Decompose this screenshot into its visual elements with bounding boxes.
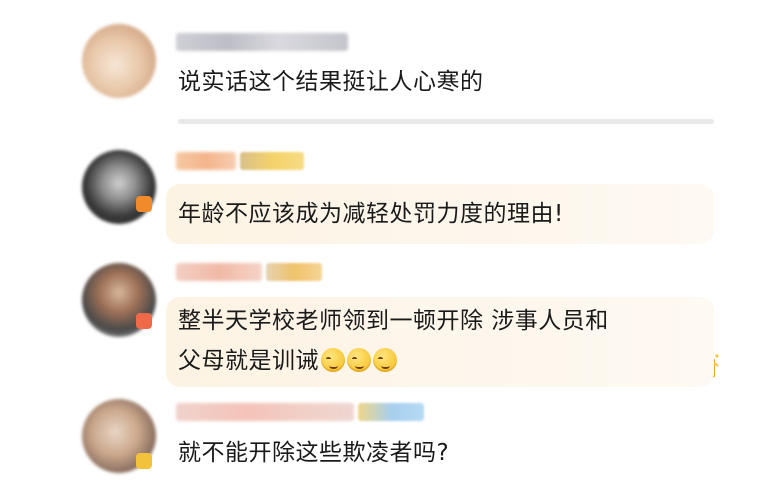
comment-text: 说实话这个结果挺让人心寒的 <box>178 69 484 95</box>
vip-badge-icon <box>136 453 152 469</box>
comment-text: 就不能开除这些欺凌者吗? <box>178 440 450 466</box>
vip-badge-icon <box>136 196 152 212</box>
divider <box>178 119 714 124</box>
smirk-emoji-icon <box>321 348 345 372</box>
comment-text: 父母就是训诫 <box>178 348 319 374</box>
level-badge <box>358 403 424 421</box>
username-redacted[interactable] <box>176 403 354 421</box>
vip-badge-icon <box>136 313 152 329</box>
smirk-emoji-icon <box>373 348 397 372</box>
comment-item[interactable]: 整半天学校老师领到一顿开除 涉事人员和 父母就是训诫 <box>0 255 773 395</box>
comment-text-line-1: 整半天学校老师领到一顿开除 涉事人员和 <box>178 308 609 334</box>
username-redacted[interactable] <box>176 263 262 281</box>
comment-item[interactable]: 说实话这个结果挺让人心寒的 <box>0 0 773 130</box>
comment-feed: 说实话这个结果挺让人心寒的 年龄不应该成为减轻处罚力度的理由! 整半天学校老师领… <box>0 0 773 481</box>
comment-item[interactable]: 年龄不应该成为减轻处罚力度的理由! <box>0 140 773 386</box>
username-redacted[interactable] <box>176 152 236 170</box>
comment-item[interactable]: 就不能开除这些欺凌者吗? <box>0 395 773 481</box>
avatar[interactable] <box>82 150 156 224</box>
level-badge <box>240 152 304 170</box>
smirk-emoji-icon <box>347 348 371 372</box>
username-redacted[interactable] <box>176 33 348 51</box>
comment-text-line-2: 父母就是训诫 <box>178 341 397 381</box>
comment-text: 年龄不应该成为减轻处罚力度的理由! <box>178 201 564 227</box>
avatar[interactable] <box>82 24 156 98</box>
level-badge <box>266 263 322 281</box>
